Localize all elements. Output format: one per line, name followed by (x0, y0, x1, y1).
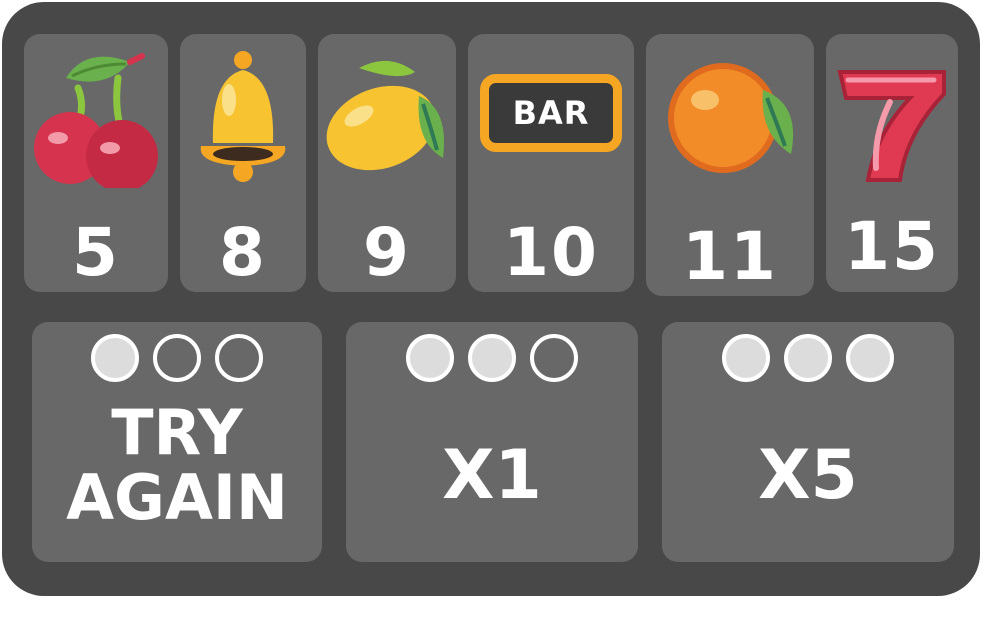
match-dot-empty (153, 334, 201, 382)
match-indicator (662, 334, 954, 382)
paytable-card-cherry: 5 (24, 34, 168, 292)
match-dot-filled (722, 334, 770, 382)
cherry-icon (24, 38, 168, 188)
outcome-label-line-2: AGAIN (66, 461, 288, 535)
orange-icon (646, 38, 814, 188)
match-dot-filled (406, 334, 454, 382)
paytable-card-orange: 11 (646, 34, 814, 296)
match-dot-empty (530, 334, 578, 382)
bar-icon: BAR (468, 38, 634, 188)
seven-icon (826, 38, 958, 188)
match-dot-filled (784, 334, 832, 382)
payout-value: 9 (363, 214, 411, 291)
paytable-card-bar: BAR 10 (468, 34, 634, 292)
match-indicator (32, 334, 322, 382)
payout-value: 15 (844, 208, 940, 285)
paytable-card-seven: 15 (826, 34, 958, 292)
payout-value: 5 (72, 214, 120, 291)
paytable-card-lemon: 9 (318, 34, 456, 292)
match-dot-filled (846, 334, 894, 382)
payout-value: 8 (219, 214, 267, 291)
match-indicator (346, 334, 638, 382)
outcome-card-try-again: TRY AGAIN (32, 322, 322, 562)
match-dot-empty (215, 334, 263, 382)
lemon-icon (318, 38, 456, 188)
payout-value: 10 (503, 214, 599, 291)
paytable-card-bell: 8 (180, 34, 306, 292)
outcome-label-line-1: TRY (111, 396, 243, 469)
match-dot-filled (468, 334, 516, 382)
slot-paytable-board: 5 8 9 BAR 10 11 15 TRY AGAIN X1 X5 (2, 2, 980, 596)
outcome-label: X1 (442, 436, 542, 515)
outcome-label: X5 (758, 436, 858, 515)
outcome-card-x1: X1 (346, 322, 638, 562)
outcome-card-x5: X5 (662, 322, 954, 562)
payout-value: 11 (682, 218, 778, 295)
match-dot-filled (91, 334, 139, 382)
outcome-label: TRY AGAIN (32, 400, 322, 530)
bar-symbol-text: BAR (512, 94, 590, 132)
bell-icon (180, 38, 306, 188)
